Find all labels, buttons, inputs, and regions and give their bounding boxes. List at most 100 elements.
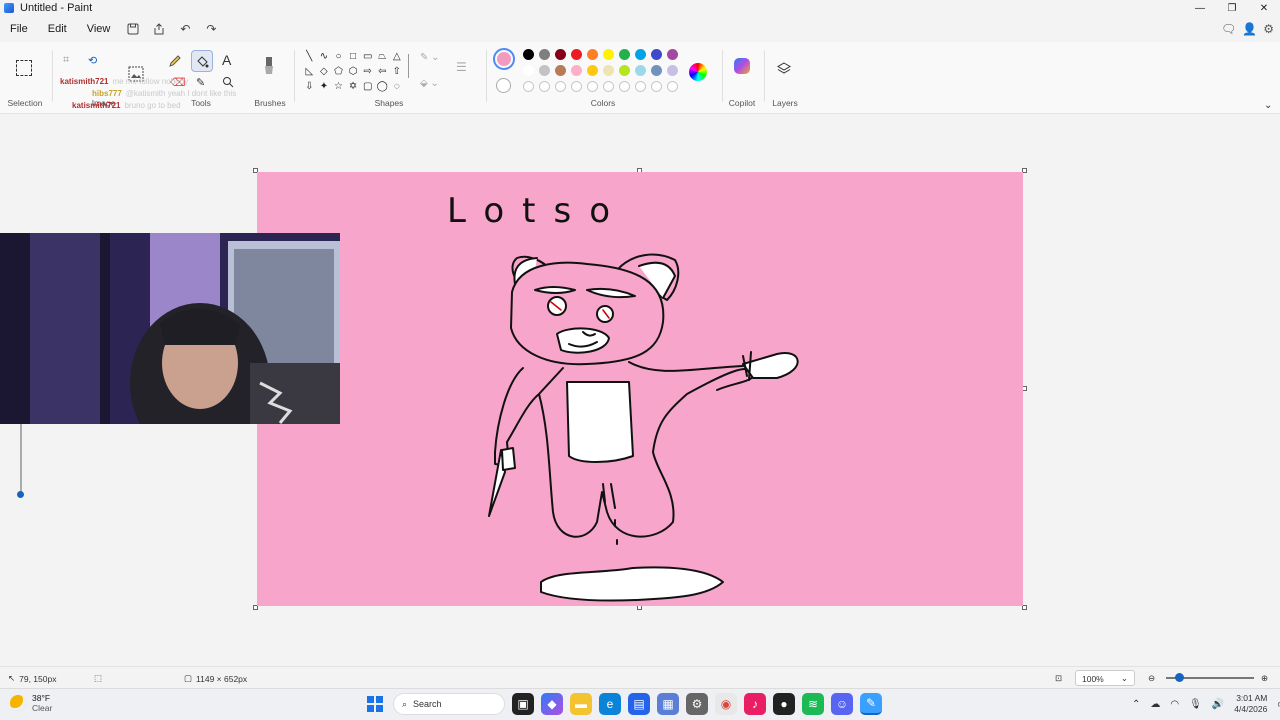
six-point-star-shape-icon[interactable]: ✡ bbox=[346, 80, 361, 93]
color-swatch[interactable] bbox=[603, 49, 614, 60]
ribbon-collapse-icon[interactable]: ⌄ bbox=[1264, 100, 1272, 111]
menu-file[interactable]: File bbox=[0, 23, 38, 35]
curve-shape-icon[interactable]: ∿ bbox=[317, 50, 332, 63]
color-swatch[interactable] bbox=[667, 49, 678, 60]
vertical-slider-thumb[interactable] bbox=[17, 491, 24, 498]
close-button[interactable]: ✕ bbox=[1248, 0, 1280, 16]
right-arrow-shape-icon[interactable]: ⇨ bbox=[360, 65, 375, 78]
undo-icon[interactable]: ↶ bbox=[172, 19, 198, 39]
primary-color-swatch[interactable] bbox=[493, 48, 515, 70]
chevron-up-icon[interactable]: ⌃ bbox=[1132, 699, 1140, 710]
network-icon[interactable]: ◠ bbox=[1170, 699, 1179, 710]
menu-view[interactable]: View bbox=[77, 23, 121, 35]
taskbar-search[interactable]: ⌕ Search bbox=[393, 693, 505, 715]
select-rectangle-icon[interactable] bbox=[16, 60, 32, 76]
edit-colors-icon[interactable] bbox=[689, 63, 707, 81]
photos-icon[interactable]: ▦ bbox=[657, 693, 679, 715]
obs-icon[interactable]: ● bbox=[773, 693, 795, 715]
color-swatch[interactable] bbox=[651, 65, 662, 76]
color-swatch[interactable] bbox=[571, 65, 582, 76]
custom-color-slot[interactable] bbox=[539, 81, 550, 92]
diamond-shape-icon[interactable]: ◇ bbox=[317, 65, 332, 78]
color-swatch[interactable] bbox=[539, 49, 550, 60]
hexagon-shape-icon[interactable]: ⬡ bbox=[346, 65, 361, 78]
edge-icon[interactable]: e bbox=[599, 693, 621, 715]
four-point-star-shape-icon[interactable]: ✦ bbox=[317, 80, 332, 93]
color-swatch[interactable] bbox=[603, 65, 614, 76]
zoom-level-dropdown[interactable]: 100% ⌄ bbox=[1075, 670, 1135, 686]
minimize-button[interactable]: — bbox=[1184, 0, 1216, 16]
save-icon[interactable] bbox=[120, 19, 146, 39]
text-tool-icon[interactable]: A bbox=[222, 52, 231, 68]
color-swatch[interactable] bbox=[587, 49, 598, 60]
microphone-icon[interactable]: 🎙 bbox=[1189, 699, 1202, 710]
crop-icon[interactable]: ⌗ bbox=[63, 54, 69, 67]
custom-color-slot[interactable] bbox=[603, 81, 614, 92]
custom-color-slot[interactable] bbox=[571, 81, 582, 92]
restore-button[interactable]: ❐ bbox=[1216, 0, 1248, 16]
share-icon[interactable] bbox=[146, 19, 172, 39]
clock[interactable]: 3:01 AM 4/4/2026 bbox=[1234, 693, 1267, 715]
color-swatch[interactable] bbox=[651, 49, 662, 60]
onedrive-icon[interactable]: ☁ bbox=[1150, 699, 1160, 710]
file-explorer-icon[interactable]: ▬ bbox=[570, 693, 592, 715]
copilot-taskbar-icon[interactable]: ◆ bbox=[541, 693, 563, 715]
custom-color-slot[interactable] bbox=[619, 81, 630, 92]
line-shape-icon[interactable]: ╲ bbox=[302, 50, 317, 63]
custom-color-slot[interactable] bbox=[523, 81, 534, 92]
triangle-shape-icon[interactable]: △ bbox=[390, 50, 405, 63]
feedback-icon[interactable]: 🗨 bbox=[1221, 22, 1236, 36]
paint-taskbar-icon[interactable]: ✎ bbox=[860, 693, 882, 715]
task-view-icon[interactable]: ▣ bbox=[512, 693, 534, 715]
chrome-icon[interactable]: ◉ bbox=[715, 693, 737, 715]
vertical-slider-track[interactable] bbox=[20, 424, 22, 494]
discord-icon[interactable]: ☺ bbox=[831, 693, 853, 715]
brush-icon[interactable] bbox=[262, 56, 276, 76]
shapes-scrollbar[interactable] bbox=[408, 54, 409, 78]
volume-icon[interactable]: 🔊 bbox=[1212, 699, 1224, 710]
copilot-icon[interactable] bbox=[734, 58, 750, 74]
eraser-icon[interactable]: ⌫ bbox=[170, 76, 186, 89]
rectangle-shape-icon[interactable]: □ bbox=[346, 50, 361, 63]
image-select-icon[interactable] bbox=[128, 66, 144, 82]
secondary-color-swatch[interactable] bbox=[496, 78, 511, 93]
weather-widget[interactable]: 38°F Clear bbox=[10, 693, 52, 713]
callout-rect-shape-icon[interactable]: ▢ bbox=[360, 80, 375, 93]
store-icon[interactable]: ▤ bbox=[628, 693, 650, 715]
custom-color-slot[interactable] bbox=[587, 81, 598, 92]
settings-taskbar-icon[interactable]: ⚙ bbox=[686, 693, 708, 715]
custom-color-slot[interactable] bbox=[635, 81, 646, 92]
color-picker-icon[interactable]: ✎ bbox=[196, 76, 205, 89]
left-arrow-shape-icon[interactable]: ⇦ bbox=[375, 65, 390, 78]
account-icon[interactable]: 👤 bbox=[1242, 22, 1257, 36]
zoom-in-icon[interactable]: ⊕ bbox=[1261, 673, 1268, 684]
spotify-icon[interactable]: ≋ bbox=[802, 693, 824, 715]
start-icon[interactable] bbox=[364, 693, 386, 715]
layers-icon[interactable] bbox=[777, 62, 791, 76]
color-swatch[interactable] bbox=[571, 49, 582, 60]
color-swatch[interactable] bbox=[523, 65, 534, 76]
zoom-slider-thumb[interactable] bbox=[1175, 673, 1184, 682]
magnifier-icon[interactable] bbox=[222, 76, 234, 88]
color-swatch[interactable] bbox=[635, 49, 646, 60]
color-swatch[interactable] bbox=[635, 65, 646, 76]
menu-edit[interactable]: Edit bbox=[38, 23, 77, 35]
oval-shape-icon[interactable]: ○ bbox=[331, 50, 346, 63]
settings-icon[interactable]: ⚙ bbox=[1263, 22, 1274, 36]
color-swatch[interactable] bbox=[587, 65, 598, 76]
custom-color-slot[interactable] bbox=[667, 81, 678, 92]
pencil-icon[interactable] bbox=[168, 54, 182, 68]
custom-color-slot[interactable] bbox=[651, 81, 662, 92]
fill-style-icon[interactable]: ⬙ ⌄ bbox=[420, 78, 439, 89]
outline-icon[interactable]: ✎ ⌄ bbox=[420, 52, 440, 63]
rounded-rectangle-shape-icon[interactable]: ▭ bbox=[360, 50, 375, 63]
color-swatch[interactable] bbox=[539, 65, 550, 76]
color-swatch[interactable] bbox=[555, 65, 566, 76]
shape-size-icon[interactable]: ☰ bbox=[456, 60, 467, 74]
color-swatch[interactable] bbox=[667, 65, 678, 76]
color-swatch[interactable] bbox=[619, 49, 630, 60]
color-swatch[interactable] bbox=[619, 65, 630, 76]
rotate-icon[interactable]: ⟲ bbox=[88, 54, 97, 67]
color-swatch[interactable] bbox=[555, 49, 566, 60]
color-swatch[interactable] bbox=[523, 49, 534, 60]
